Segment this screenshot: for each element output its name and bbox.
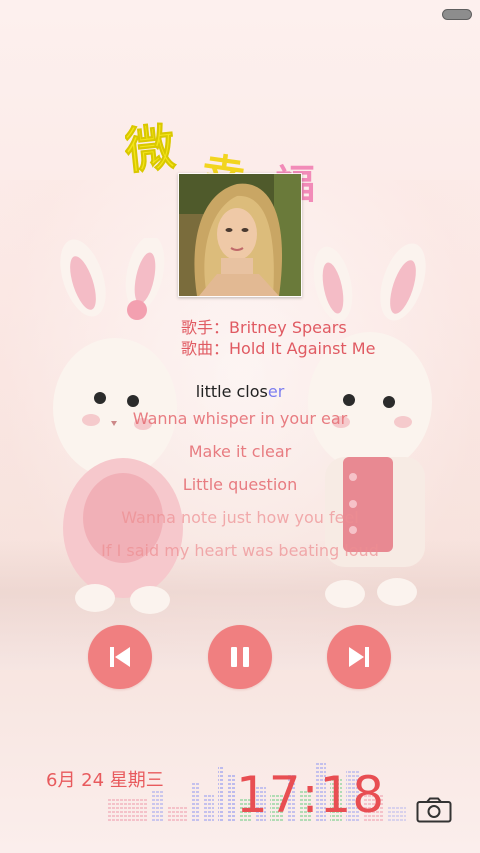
title-label: 歌曲： bbox=[181, 339, 230, 358]
artist-row: 歌手：Britney Spears bbox=[181, 317, 375, 338]
title-row: 歌曲：Hold It Against Me bbox=[181, 338, 375, 359]
battery-icon bbox=[442, 9, 472, 20]
clock-time: 17:18 bbox=[236, 766, 386, 824]
previous-button[interactable] bbox=[88, 625, 152, 689]
camera-icon[interactable] bbox=[416, 797, 452, 823]
lyric-current: little closer bbox=[0, 382, 480, 401]
lyric-line: If I said my heart was beating loud bbox=[101, 541, 379, 560]
lyric-current-highlight: er bbox=[267, 382, 285, 401]
date-label: 6月 24 星期三 bbox=[46, 770, 164, 791]
lyric-line: Wanna note just how you feel bbox=[121, 508, 359, 527]
artist-label: 歌手： bbox=[181, 318, 230, 337]
skip-previous-icon bbox=[110, 647, 130, 667]
lyric-current-sung: little clos bbox=[195, 382, 268, 401]
next-button[interactable] bbox=[327, 625, 391, 689]
album-art bbox=[178, 173, 302, 297]
lyric-line: Make it clear bbox=[188, 442, 292, 461]
song-info: 歌手：Britney Spears 歌曲：Hold It Against Me bbox=[181, 317, 375, 359]
artist-name: Britney Spears bbox=[229, 318, 347, 337]
svg-text:微: 微 bbox=[125, 118, 178, 181]
lyric-line: Little question bbox=[182, 475, 298, 494]
skip-next-icon bbox=[349, 647, 369, 667]
pause-button[interactable] bbox=[208, 625, 272, 689]
song-title: Hold It Against Me bbox=[229, 339, 376, 358]
pause-icon bbox=[231, 647, 249, 667]
lyric-line: Wanna whisper in your ear bbox=[132, 409, 348, 428]
